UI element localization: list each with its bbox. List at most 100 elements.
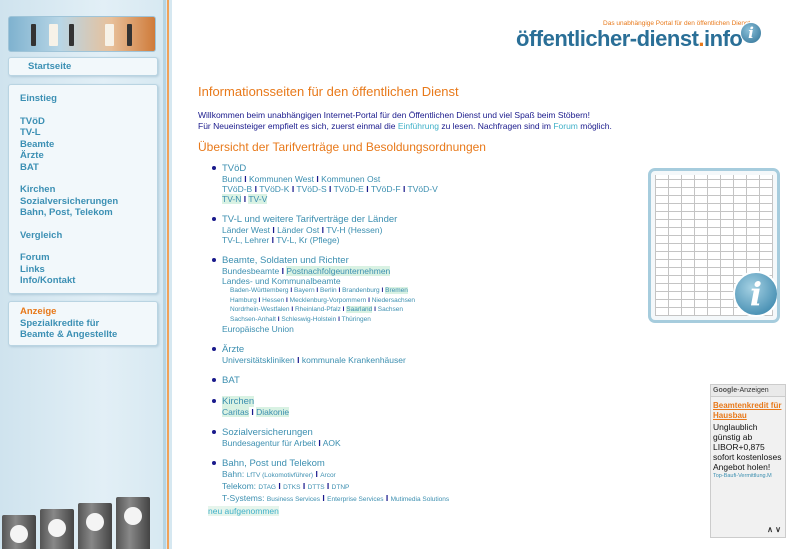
- link-sachsen[interactable]: Sachsen: [378, 306, 403, 313]
- tree-head-kirchen[interactable]: Kirchen: [222, 396, 255, 407]
- tree-head-beamte[interactable]: Beamte, Soldaten und Richter: [222, 255, 349, 266]
- link-sh[interactable]: Schleswig-Holstein: [281, 316, 336, 323]
- link-tvoed-v[interactable]: TVöD-V: [408, 184, 438, 194]
- link-bw[interactable]: Baden-Württemberg: [230, 287, 289, 294]
- link-kommunen-ost[interactable]: Kommunen Ost: [321, 174, 380, 184]
- link-diakonie[interactable]: Diakonie: [256, 407, 290, 417]
- link-tv-h[interactable]: TV-H (Hessen): [326, 225, 382, 235]
- link-laender-west[interactable]: Länder West: [222, 225, 270, 235]
- tree-group-aerzte: Ärzte Universitätskliniken I kommunale K…: [210, 344, 640, 365]
- section-title: Übersicht der Tarifverträge und Besoldun…: [198, 140, 486, 154]
- link-tvoed-e[interactable]: TVöD-E: [334, 184, 364, 194]
- link-kommunale-kh[interactable]: kommunale Krankenhäuser: [302, 355, 406, 365]
- google-logo: Google: [713, 387, 738, 394]
- link-tvoed-s[interactable]: TVöD-S: [296, 184, 326, 194]
- tree-head-bat[interactable]: BAT: [222, 375, 240, 386]
- bullet-icon: [212, 461, 216, 465]
- ad-text: Unglaublich günstig ab LIBOR+0,875 sofor…: [713, 422, 782, 472]
- link-kommunen-west[interactable]: Kommunen West: [249, 174, 314, 184]
- link-nrw[interactable]: Nordrhein-Westfalen: [230, 306, 290, 313]
- sidebar-link-sozialversicherungen[interactable]: Sozialversicherungen: [20, 196, 157, 208]
- link-aok[interactable]: AOK: [323, 438, 341, 448]
- ad-nav-arrows-icon[interactable]: ∧ ∨: [767, 525, 781, 534]
- sidebar-link-tvoed[interactable]: TVöD: [20, 116, 157, 128]
- binder-spine-icon: [105, 24, 114, 46]
- new-items-link[interactable]: neu aufgenommen: [208, 506, 279, 516]
- link-enterprise-services[interactable]: Enterprise Services: [327, 496, 383, 503]
- info-icon-large: i: [733, 271, 777, 317]
- info-icon: i: [740, 22, 762, 44]
- sidebar-link-startseite[interactable]: Startseite: [28, 61, 157, 73]
- link-caritas[interactable]: Caritas: [222, 407, 249, 417]
- sidebar-link-bat[interactable]: BAT: [20, 162, 157, 174]
- link-dtts[interactable]: DTTS: [308, 484, 325, 491]
- link-tvl-kr[interactable]: TV-L, Kr (Pflege): [276, 235, 339, 245]
- link-lftv[interactable]: LfTV (Lokomotivführer): [247, 472, 313, 479]
- link-tv-v[interactable]: TV-V: [248, 194, 268, 204]
- link-rlp[interactable]: Rheinland-Pfalz: [295, 306, 341, 313]
- link-berlin[interactable]: Berlin: [320, 287, 337, 294]
- tree-group-sozial: Sozialversicherungen Bundesagentur für A…: [210, 427, 640, 448]
- bullet-icon: [212, 258, 216, 262]
- binder-icon: [40, 509, 74, 549]
- link-ba[interactable]: Bundesagentur für Arbeit: [222, 438, 316, 448]
- link-arcor[interactable]: Arcor: [320, 472, 336, 479]
- link-dtks[interactable]: DTKS: [283, 484, 300, 491]
- sidebar-link-beamte[interactable]: Beamte: [20, 139, 157, 151]
- link-landesbeamte[interactable]: Landes- und Kommunalbeamte: [222, 276, 341, 286]
- tree-head-bahn[interactable]: Bahn, Post und Telekom: [222, 458, 325, 469]
- sidebar-ad-link-2[interactable]: Beamte & Angestellte: [20, 329, 157, 341]
- sidebar-link-links[interactable]: Links: [20, 264, 157, 276]
- tree-head-aerzte[interactable]: Ärzte: [222, 344, 244, 355]
- sidebar-link-kirchen[interactable]: Kirchen: [20, 184, 157, 196]
- link-saarland[interactable]: Saarland: [346, 306, 373, 313]
- sidebar-home-panel: Startseite: [8, 57, 158, 76]
- sidebar-link-info-kontakt[interactable]: Info/Kontakt: [20, 275, 157, 287]
- link-hamburg[interactable]: Hamburg: [230, 297, 257, 304]
- link-brandenburg[interactable]: Brandenburg: [342, 287, 380, 294]
- link-dtag[interactable]: DTAG: [258, 484, 276, 491]
- sidebar-link-bahn-post-telekom[interactable]: Bahn, Post, Telekom: [20, 207, 157, 219]
- link-tvoed-b[interactable]: TVöD-B: [222, 184, 252, 194]
- tarif-tree: TVöD Bund I Kommunen West I Kommunen Ost…: [210, 163, 640, 505]
- link-tvoed-k[interactable]: TVöD-K: [259, 184, 289, 194]
- sidebar-link-forum[interactable]: Forum: [20, 252, 157, 264]
- sidebar-logo-image: [8, 16, 156, 52]
- link-tvl-lehrer[interactable]: TV-L, Lehrer: [222, 235, 269, 245]
- link-sachsen-anhalt[interactable]: Sachsen-Anhalt: [230, 316, 276, 323]
- link-business-services[interactable]: Business Services: [267, 496, 320, 503]
- link-tv-n[interactable]: TV-N: [222, 194, 242, 204]
- site-logo[interactable]: öffentlicher-dienst.info: [516, 26, 743, 52]
- sidebar-link-vergleich[interactable]: Vergleich: [20, 230, 157, 242]
- link-tvoed-f[interactable]: TVöD-F: [371, 184, 401, 194]
- sidebar-stripe: [163, 0, 166, 549]
- link-mv[interactable]: Mecklenburg-Vorpommern: [290, 297, 367, 304]
- link-hessen[interactable]: Hessen: [262, 297, 284, 304]
- link-bund[interactable]: Bund: [222, 174, 242, 184]
- sidebar-ad-link-1[interactable]: Spezialkredite für: [20, 318, 157, 330]
- sidebar-link-aerzte[interactable]: Ärzte: [20, 150, 157, 162]
- sidebar-link-einstieg[interactable]: Einstieg: [20, 93, 157, 105]
- link-postnachfolge[interactable]: Postnachfolgeunternehmen: [286, 266, 391, 276]
- link-eu[interactable]: Europäische Union: [222, 324, 294, 334]
- link-bundesbeamte[interactable]: Bundesbeamte: [222, 266, 279, 276]
- tree-head-tvl[interactable]: TV-L und weitere Tarifverträge der Lände…: [222, 214, 397, 225]
- ad-url[interactable]: Top-Baufi-Vermittlung.M: [713, 473, 783, 479]
- link-dtnp[interactable]: DTNP: [332, 484, 350, 491]
- sidebar-link-tvl[interactable]: TV-L: [20, 127, 157, 139]
- tree-head-tvoed[interactable]: TVöD: [222, 163, 246, 174]
- forum-link[interactable]: Forum: [553, 121, 578, 131]
- link-bremen[interactable]: Bremen: [385, 287, 408, 294]
- link-unikliniken[interactable]: Universitätskliniken: [222, 355, 295, 365]
- link-laender-ost[interactable]: Länder Ost: [277, 225, 319, 235]
- link-bayern[interactable]: Bayern: [294, 287, 315, 294]
- link-multimedia-solutions[interactable]: Mutimedia Solutions: [391, 496, 450, 503]
- link-niedersachsen[interactable]: Niedersachsen: [372, 297, 415, 304]
- ad-title-link[interactable]: Beamtenkredit für Hausbau: [713, 401, 783, 420]
- einfuehrung-link[interactable]: Einführung: [398, 121, 439, 131]
- intro-line-1: Willkommen beim unabhängigen Internet-Po…: [198, 110, 591, 120]
- link-thueringen[interactable]: Thüringen: [342, 316, 371, 323]
- binder-icon: [2, 515, 36, 549]
- tree-head-sozial[interactable]: Sozialversicherungen: [222, 427, 313, 438]
- tarif-table-image[interactable]: i: [648, 168, 780, 323]
